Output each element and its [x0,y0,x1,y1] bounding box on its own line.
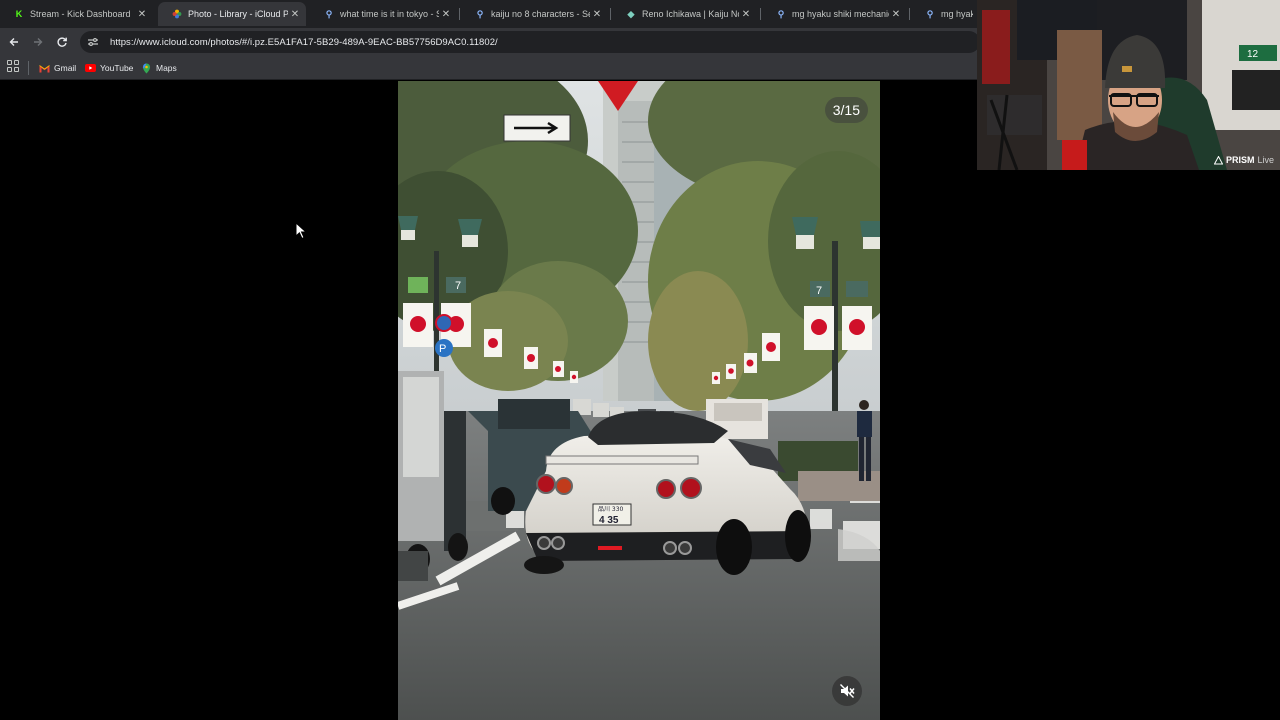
photo-image[interactable]: 7 7 P 品川 330 4 35 3/15 [398,81,880,720]
plate-number-text: 4 35 [599,515,619,526]
svg-text:12: 12 [1247,49,1259,60]
search-icon: ⚲ [926,8,934,19]
tab-title: kaiju no 8 characters - Search [491,9,590,19]
prism-logo-icon [1213,155,1223,164]
tab-close-icon[interactable]: ✕ [135,7,149,21]
rear-spoiler [545,455,699,465]
kick-icon: K [15,9,23,19]
tab-separator [459,8,460,20]
tab-icloud-photos[interactable]: Photo - Library - iCloud Photos ✕ [158,2,306,26]
bookmarks-separator [28,61,29,75]
tab-separator [909,8,910,20]
parking-sign-text: P [439,343,446,355]
speaker-muted-icon [840,684,855,698]
tab-tokyo-time-search[interactable]: ⚲ what time is it in tokyo - Search ✕ [310,2,457,26]
tab-close-icon[interactable]: ✕ [590,7,604,21]
back-button[interactable] [5,33,23,51]
bookmark-label: Maps [156,63,177,73]
plate-top-text: 品川 330 [598,506,624,513]
icloud-photos-icon [172,9,182,19]
tab-close-icon[interactable]: ✕ [889,7,903,21]
prism-suffix: Live [1257,155,1274,165]
photo-counter: 3/15 [824,97,868,123]
maps-icon [141,63,152,74]
mute-button[interactable] [832,676,862,706]
search-icon: ⚲ [777,8,785,19]
tab-title: Stream - Kick Dashboard [30,9,131,19]
tab-separator [610,8,611,20]
youtube-icon [85,63,96,74]
reload-button[interactable] [53,33,71,51]
tab-title: what time is it in tokyo - Search [340,9,439,19]
url-text: https://www.icloud.com/photos/#/i.pz.E5A… [110,36,498,48]
webcam-overlay: 12 PRISM Live [977,0,1280,170]
tab-kaiju-search[interactable]: ⚲ kaiju no 8 characters - Search ✕ [461,2,608,26]
lamp-sign-left-text: 7 [455,280,461,292]
tab-title: Photo - Library - iCloud Photos [188,9,288,19]
wiki-icon: ◆ [627,8,635,19]
search-icon: ⚲ [325,8,333,19]
bookmark-maps[interactable]: Maps [141,60,177,76]
forward-button[interactable] [29,33,47,51]
gmail-icon [39,63,50,74]
bookmark-gmail[interactable]: Gmail [39,60,76,76]
tab-title: mg hyaku shiki mechanical clear [792,9,889,19]
tab-kaiju-wiki[interactable]: ◆ Reno Ichikawa | Kaiju No. 8 Wiki ✕ [612,2,757,26]
tab-close-icon[interactable]: ✕ [739,7,753,21]
streamer-webcam-image: 12 [977,0,1280,170]
tab-separator [760,8,761,20]
tab-title: Reno Ichikawa | Kaiju No. 8 Wiki [642,9,739,19]
street-photo: 7 7 P 品川 330 4 35 [398,81,880,720]
bookmark-label: YouTube [100,63,134,73]
bookmark-youtube[interactable]: YouTube [85,60,133,76]
search-icon: ⚲ [476,8,484,19]
mouse-cursor-icon [295,222,307,240]
prism-live-watermark: PRISM Live [1213,155,1274,165]
site-settings-icon[interactable] [86,35,100,49]
tab-title: mg hyaku shiki [941,9,973,19]
tab-hyaku-shiki-search[interactable]: ⚲ mg hyaku shiki mechanical clear ✕ [762,2,907,26]
apps-grid-icon[interactable] [7,60,19,72]
lamp-sign-right-text: 7 [816,285,822,297]
reload-icon [57,37,67,47]
tab-close-icon[interactable]: ✕ [288,7,302,21]
tab-close-icon[interactable]: ✕ [439,7,453,21]
arrow-left-icon [9,38,18,46]
photo-viewer[interactable]: 7 7 P 品川 330 4 35 3/15 [0,81,1280,720]
address-bar[interactable]: https://www.icloud.com/photos/#/i.pz.E5A… [80,31,980,53]
tab-kick-dashboard[interactable]: K Stream - Kick Dashboard ✕ [0,2,153,26]
arrow-right-icon [34,38,43,46]
tab-hyaku-shiki-search-2[interactable]: ⚲ mg hyaku shiki [911,2,977,26]
bookmark-label: Gmail [54,63,77,73]
prism-brand: PRISM [1225,155,1255,165]
